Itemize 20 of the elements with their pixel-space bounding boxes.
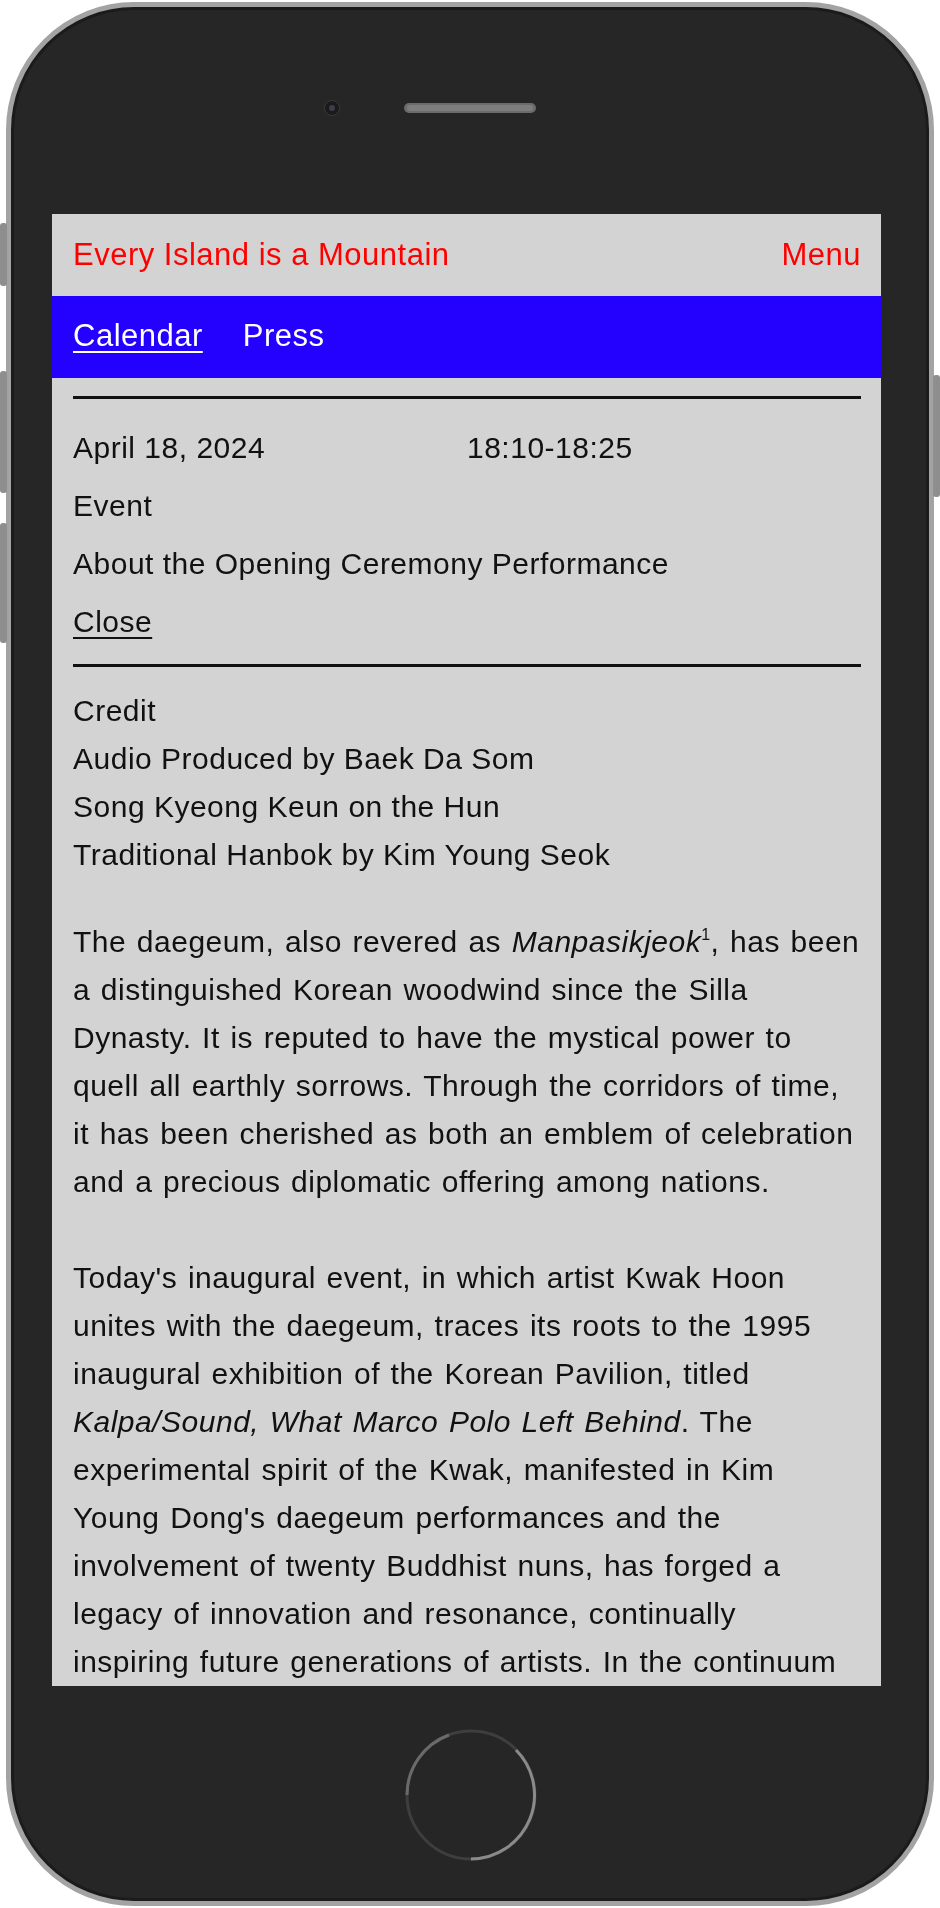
home-button-icon <box>404 1728 538 1862</box>
side-button-icon <box>0 223 7 286</box>
side-button-icon <box>0 371 7 493</box>
credit-line: Song Kyeong Keun on the Hun <box>73 789 502 825</box>
credit-heading: Credit <box>73 693 158 729</box>
credit-line: Audio Produced by Baek Da Som <box>73 741 536 777</box>
side-button-icon <box>933 375 940 497</box>
credit-line: Traditional Hanbok by Kim Young Seok <box>73 837 612 873</box>
nav-tab[interactable]: Press <box>242 318 325 356</box>
event-time: 18:10-18:25 <box>467 430 634 466</box>
camera-icon <box>324 100 340 116</box>
event-title: About the Opening Ceremony Performance <box>73 546 670 582</box>
side-button-icon <box>0 523 7 643</box>
event-category: Event <box>73 488 154 524</box>
speaker-grille-icon <box>404 103 536 113</box>
body-paragraph: The daegeum, also revered as Manpasikjeok$^{1}$, has been a distinguished Korean woodwind since the Silla Dynasty. It is reputed to have the mystical power to quell all earthly sorrows. Through the corridors of time, it has been cherished as both an emblem of celebration and a precious diplomatic offering among nations. <box>73 924 861 1200</box>
body-paragraph: Today's inaugural event, in which artist Kwak Hoon unites with the daegeum, traces its roots to the 1995 inaugural exhibition of the Korean Pavilion, titled Kalpa/Sound, What Marco Polo Left Behind. The experimental spirit of the Kwak, manifested in Kim Young Dong's daegeum performances and the involvement of twenty Buddhist nuns, has forged a legacy of innovation and resonance, continually inspiring future generations of artists. In the continuum <box>73 1260 838 1680</box>
close-link[interactable]: Close <box>73 598 153 646</box>
nav-tab[interactable]: Calendar <box>73 318 203 356</box>
event-date: April 18, 2024 <box>73 430 267 466</box>
